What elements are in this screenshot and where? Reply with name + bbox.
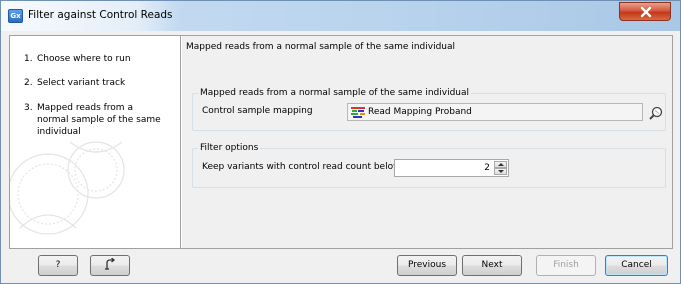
app-icon: Gx bbox=[8, 9, 23, 23]
step-label: Select variant track bbox=[37, 78, 126, 88]
control-sample-mapping-label: Control sample mapping bbox=[202, 106, 313, 116]
next-button[interactable]: Next bbox=[462, 255, 522, 276]
control-read-count-value: 2 bbox=[484, 163, 490, 173]
group-legend: Filter options bbox=[198, 143, 261, 153]
group-legend: Mapped reads from a normal sample of the… bbox=[198, 88, 472, 98]
steps-panel: 1. Choose where to run 2. Select variant t… bbox=[10, 36, 181, 248]
control-read-count-label: Keep variants with control read count be… bbox=[202, 162, 401, 172]
control-sample-mapping-value: Read Mapping Proband bbox=[368, 107, 472, 117]
spinner-buttons bbox=[494, 161, 507, 175]
filter-options-group: Filter options Keep variants with contro… bbox=[192, 143, 666, 188]
close-button[interactable] bbox=[619, 2, 671, 21]
spinner-up-button[interactable] bbox=[494, 161, 507, 168]
cancel-button[interactable]: Cancel bbox=[605, 255, 668, 276]
finish-button[interactable]: Finish bbox=[536, 255, 596, 276]
panel-heading: Mapped reads from a normal sample of the… bbox=[186, 42, 456, 52]
wizard-content: 1. Choose where to run 2. Select variant t… bbox=[9, 35, 673, 249]
read-mapping-icon bbox=[351, 107, 365, 118]
step-settings-panel: Mapped reads from a normal sample of the… bbox=[182, 36, 672, 248]
window-title: Filter against Control Reads bbox=[28, 9, 173, 21]
control-sample-mapping-field[interactable]: Read Mapping Proband bbox=[347, 103, 643, 121]
step-number: 1. bbox=[24, 54, 33, 64]
previous-button[interactable]: Previous bbox=[397, 255, 457, 276]
close-icon bbox=[640, 6, 652, 18]
step-number: 2. bbox=[24, 78, 33, 88]
dna-watermark-icon bbox=[10, 141, 125, 235]
step-number: 3. bbox=[24, 103, 33, 113]
step-2: 2. Select variant track bbox=[24, 77, 125, 89]
reset-button[interactable] bbox=[90, 255, 130, 276]
dialog-window: Gx Filter against Control Reads 1. Choose… bbox=[0, 0, 681, 284]
spinner-down-button[interactable] bbox=[494, 168, 507, 175]
browse-icon[interactable] bbox=[648, 105, 664, 121]
reset-icon bbox=[105, 257, 116, 270]
step-label: Choose where to run bbox=[37, 54, 131, 64]
step-1: 1. Choose where to run bbox=[24, 53, 131, 65]
mapping-group: Mapped reads from a normal sample of the… bbox=[192, 88, 666, 131]
control-read-count-spinner[interactable]: 2 bbox=[394, 159, 509, 177]
title-bar[interactable]: Gx Filter against Control Reads bbox=[1, 1, 680, 31]
help-button[interactable]: ? bbox=[38, 255, 78, 276]
